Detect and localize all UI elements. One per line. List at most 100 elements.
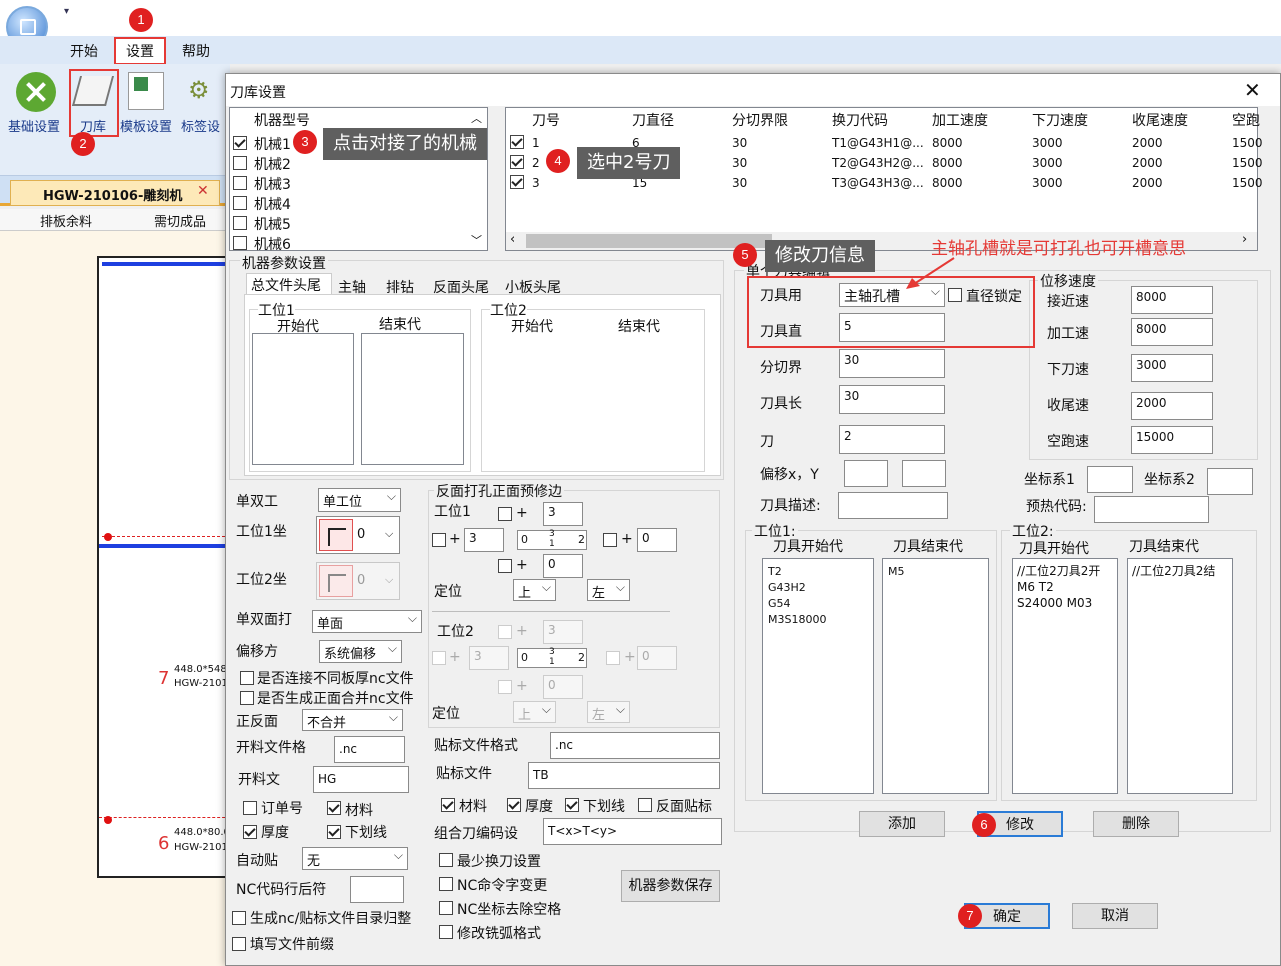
machine-item[interactable]: 机械1: [254, 134, 291, 154]
order-checkbox[interactable]: [243, 801, 257, 815]
locate-left-select[interactable]: 左: [587, 579, 630, 601]
pos2-tool-end-textarea[interactable]: //工位2刀具2结: [1127, 558, 1233, 794]
single-double-select[interactable]: 单工位: [318, 488, 401, 512]
col-header[interactable]: 收尾速度: [1132, 110, 1188, 130]
col-header[interactable]: 换刀代码: [832, 110, 888, 130]
plus-checkbox[interactable]: [498, 625, 512, 639]
front-back-select[interactable]: 不合并: [302, 709, 403, 731]
plus-checkbox[interactable]: [606, 651, 620, 665]
sub-tab-finished[interactable]: 需切成品: [154, 211, 206, 230]
dialog-close-icon[interactable]: ✕: [1244, 78, 1261, 102]
nccmd-checkbox[interactable]: [439, 877, 453, 891]
col-header[interactable]: 刀直径: [632, 110, 674, 130]
label-file-input[interactable]: TB: [528, 762, 720, 789]
col-header[interactable]: 空跑: [1232, 110, 1260, 130]
ribbon-label-settings[interactable]: 标签设: [181, 116, 220, 135]
preheat-input[interactable]: [1094, 496, 1209, 523]
pos2-tool-start-textarea[interactable]: //工位2刀具2开 M6 T2 S24000 M03: [1012, 558, 1118, 794]
value-input[interactable]: 3: [464, 528, 504, 552]
col-header[interactable]: 下刀速度: [1032, 110, 1088, 130]
tool-row-checkbox[interactable]: [510, 135, 524, 149]
machine-item[interactable]: 机械5: [254, 214, 291, 234]
offset-select[interactable]: 系统偏移: [319, 640, 402, 663]
machine-item[interactable]: 机械4: [254, 194, 291, 214]
scribe-checkbox[interactable]: [327, 825, 341, 839]
menu-start[interactable]: 开始: [70, 41, 98, 61]
machine-checkbox[interactable]: [233, 236, 247, 250]
machine-checkbox[interactable]: [233, 196, 247, 210]
approach-input[interactable]: 8000: [1131, 286, 1213, 314]
mirror-stepper[interactable]: 0 3 1 2: [517, 647, 587, 668]
machine-item[interactable]: 机械2: [254, 154, 291, 174]
ribbon-template-settings[interactable]: 模板设置: [120, 116, 172, 135]
locate-up-select[interactable]: 上: [513, 701, 556, 723]
merge-checkbox[interactable]: [240, 691, 254, 705]
scroll-left-icon[interactable]: ‹: [510, 232, 515, 247]
close-icon[interactable]: ✕: [197, 183, 209, 199]
ribbon-basic-settings[interactable]: 基础设置: [8, 116, 60, 135]
value-input[interactable]: 0: [637, 646, 677, 670]
pos1-start-textarea[interactable]: [252, 333, 354, 465]
backlabel-checkbox[interactable]: [638, 798, 652, 812]
cancel-button[interactable]: 取消: [1072, 903, 1158, 929]
open-fmt-input[interactable]: .nc: [334, 736, 405, 763]
tool-row-checkbox[interactable]: [510, 155, 524, 169]
connect-checkbox[interactable]: [240, 671, 254, 685]
value-input[interactable]: 0: [543, 675, 583, 699]
knife-input[interactable]: 2: [839, 425, 945, 454]
pos1-tool-end-textarea[interactable]: M5: [882, 558, 989, 794]
head-checkbox[interactable]: [232, 937, 246, 951]
delete-button[interactable]: 删除: [1093, 811, 1179, 837]
scroll-up-icon[interactable]: ︿: [471, 110, 482, 126]
scribe2-checkbox[interactable]: [565, 798, 579, 812]
doc-tab[interactable]: HGW-210106-雕刻机 ✕: [10, 180, 220, 206]
dir-checkbox[interactable]: [232, 911, 246, 925]
machine-checkbox[interactable]: [233, 216, 247, 230]
value-input[interactable]: 3: [469, 646, 509, 670]
coord1-input[interactable]: [1087, 466, 1133, 493]
pos1-origin-select[interactable]: 0 ⌵: [316, 516, 400, 554]
value-input[interactable]: 3: [543, 502, 583, 526]
sub-tab-remnant[interactable]: 排板余料: [40, 211, 92, 230]
desc-input[interactable]: [838, 492, 948, 519]
combo-input[interactable]: T<x>T<y>: [543, 818, 722, 845]
split-input[interactable]: 30: [839, 349, 945, 378]
template-icon[interactable]: [128, 72, 164, 110]
value-input[interactable]: 0: [543, 554, 583, 578]
face-select[interactable]: 单面: [312, 610, 422, 633]
value-input[interactable]: 0: [637, 528, 677, 552]
machine-item[interactable]: 机械3: [254, 174, 291, 194]
add-button[interactable]: 添加: [859, 811, 945, 837]
plus-checkbox[interactable]: [498, 507, 512, 521]
tab-file-head-tail[interactable]: 总文件头尾: [251, 275, 321, 295]
machine-checkbox[interactable]: [233, 136, 247, 150]
menu-help[interactable]: 帮助: [182, 41, 210, 61]
label-fmt-input[interactable]: .nc: [550, 732, 720, 759]
plus-checkbox[interactable]: [498, 680, 512, 694]
tool-row-checkbox[interactable]: [510, 175, 524, 189]
ncspace-checkbox[interactable]: [439, 901, 453, 915]
h-scrollbar-thumb[interactable]: [526, 234, 772, 248]
plus-checkbox[interactable]: [498, 559, 512, 573]
idle-input[interactable]: 15000: [1131, 426, 1213, 454]
scroll-right-icon[interactable]: ›: [1242, 232, 1247, 247]
value-input[interactable]: 3: [543, 620, 583, 644]
thickness-checkbox[interactable]: [243, 825, 257, 839]
material2-checkbox[interactable]: [441, 798, 455, 812]
process-input[interactable]: 8000: [1131, 318, 1213, 346]
col-header[interactable]: 加工速度: [932, 110, 988, 130]
coord2-input[interactable]: [1207, 468, 1253, 495]
tail-input[interactable]: 2000: [1131, 392, 1213, 420]
col-header[interactable]: 刀号: [532, 110, 560, 130]
down-input[interactable]: 3000: [1131, 354, 1213, 382]
tool-len-input[interactable]: 30: [839, 385, 945, 414]
nc-tail-input[interactable]: [350, 876, 404, 903]
col-header[interactable]: 分切界限: [732, 110, 788, 130]
machine-checkbox[interactable]: [233, 156, 247, 170]
auto-select[interactable]: 无: [302, 847, 408, 870]
thickness2-checkbox[interactable]: [507, 798, 521, 812]
plus-checkbox[interactable]: [603, 533, 617, 547]
min-checkbox[interactable]: [439, 853, 453, 867]
pos2-origin-select[interactable]: 0 ⌵: [316, 562, 400, 600]
mirror-stepper[interactable]: 0 3 1 2: [517, 529, 587, 550]
